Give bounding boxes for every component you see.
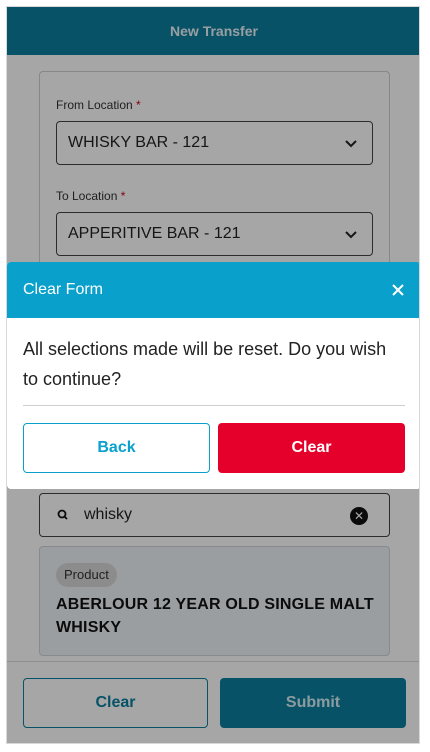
dialog-header: Clear Form [7,262,419,318]
confirm-clear-button[interactable]: Clear [218,423,405,473]
app-screen: New Transfer From Location * WHISKY BAR … [6,6,420,744]
close-icon[interactable] [389,281,407,299]
dialog-title: Clear Form [23,281,104,298]
dialog-divider [23,405,405,406]
clear-form-dialog: Clear Form All selections made will be r… [7,262,419,489]
back-button[interactable]: Back [23,423,210,473]
dialog-message: All selections made will be reset. Do yo… [23,339,387,389]
